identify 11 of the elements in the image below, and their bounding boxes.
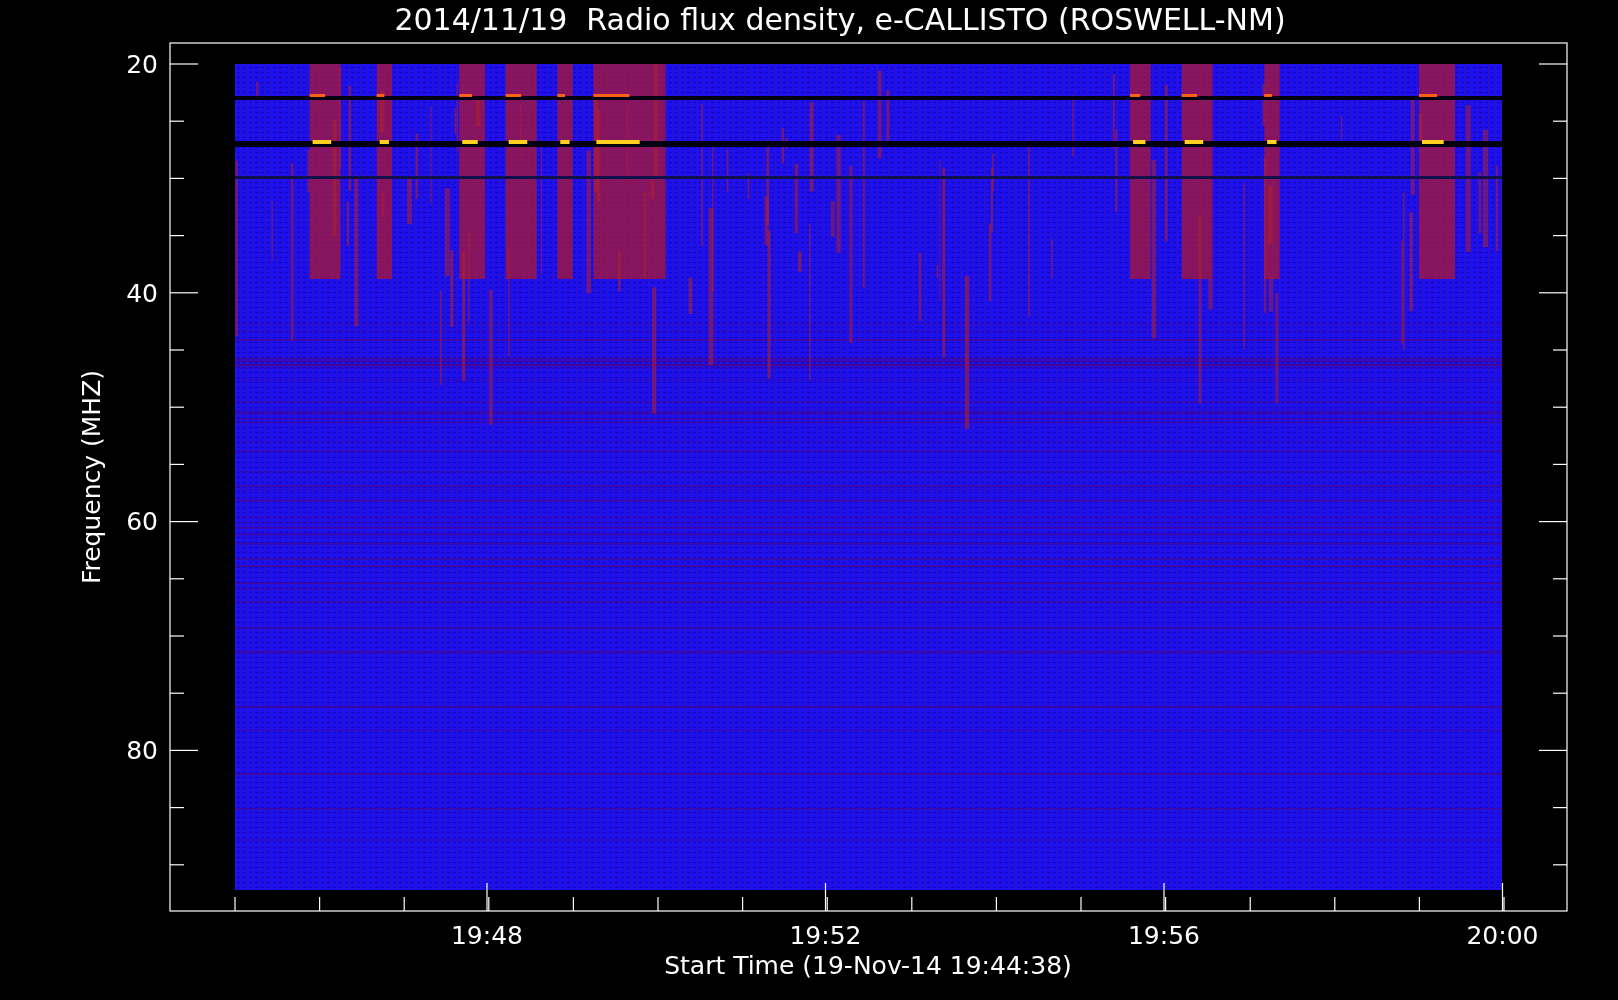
- chart-title: 2014/11/19 Radio flux density, e-CALLISTO (ROSWELL-NM): [394, 2, 1286, 37]
- axis-tick-label: 20: [126, 50, 158, 79]
- axis-title: Frequency (MHZ): [77, 369, 106, 585]
- axis-tick-label: 20:00: [1466, 921, 1539, 950]
- axis-tick-label: 19:52: [789, 921, 862, 950]
- axis-title: Start Time (19-Nov-14 19:44:38): [664, 951, 1072, 980]
- axis-tick-label: 80: [126, 736, 158, 766]
- axis-tick-label: 60: [126, 507, 158, 537]
- axis-tick-label: 19:56: [1128, 921, 1200, 950]
- axis-tick-label: 40: [126, 278, 158, 308]
- axis-tick-label: 19:48: [451, 921, 523, 950]
